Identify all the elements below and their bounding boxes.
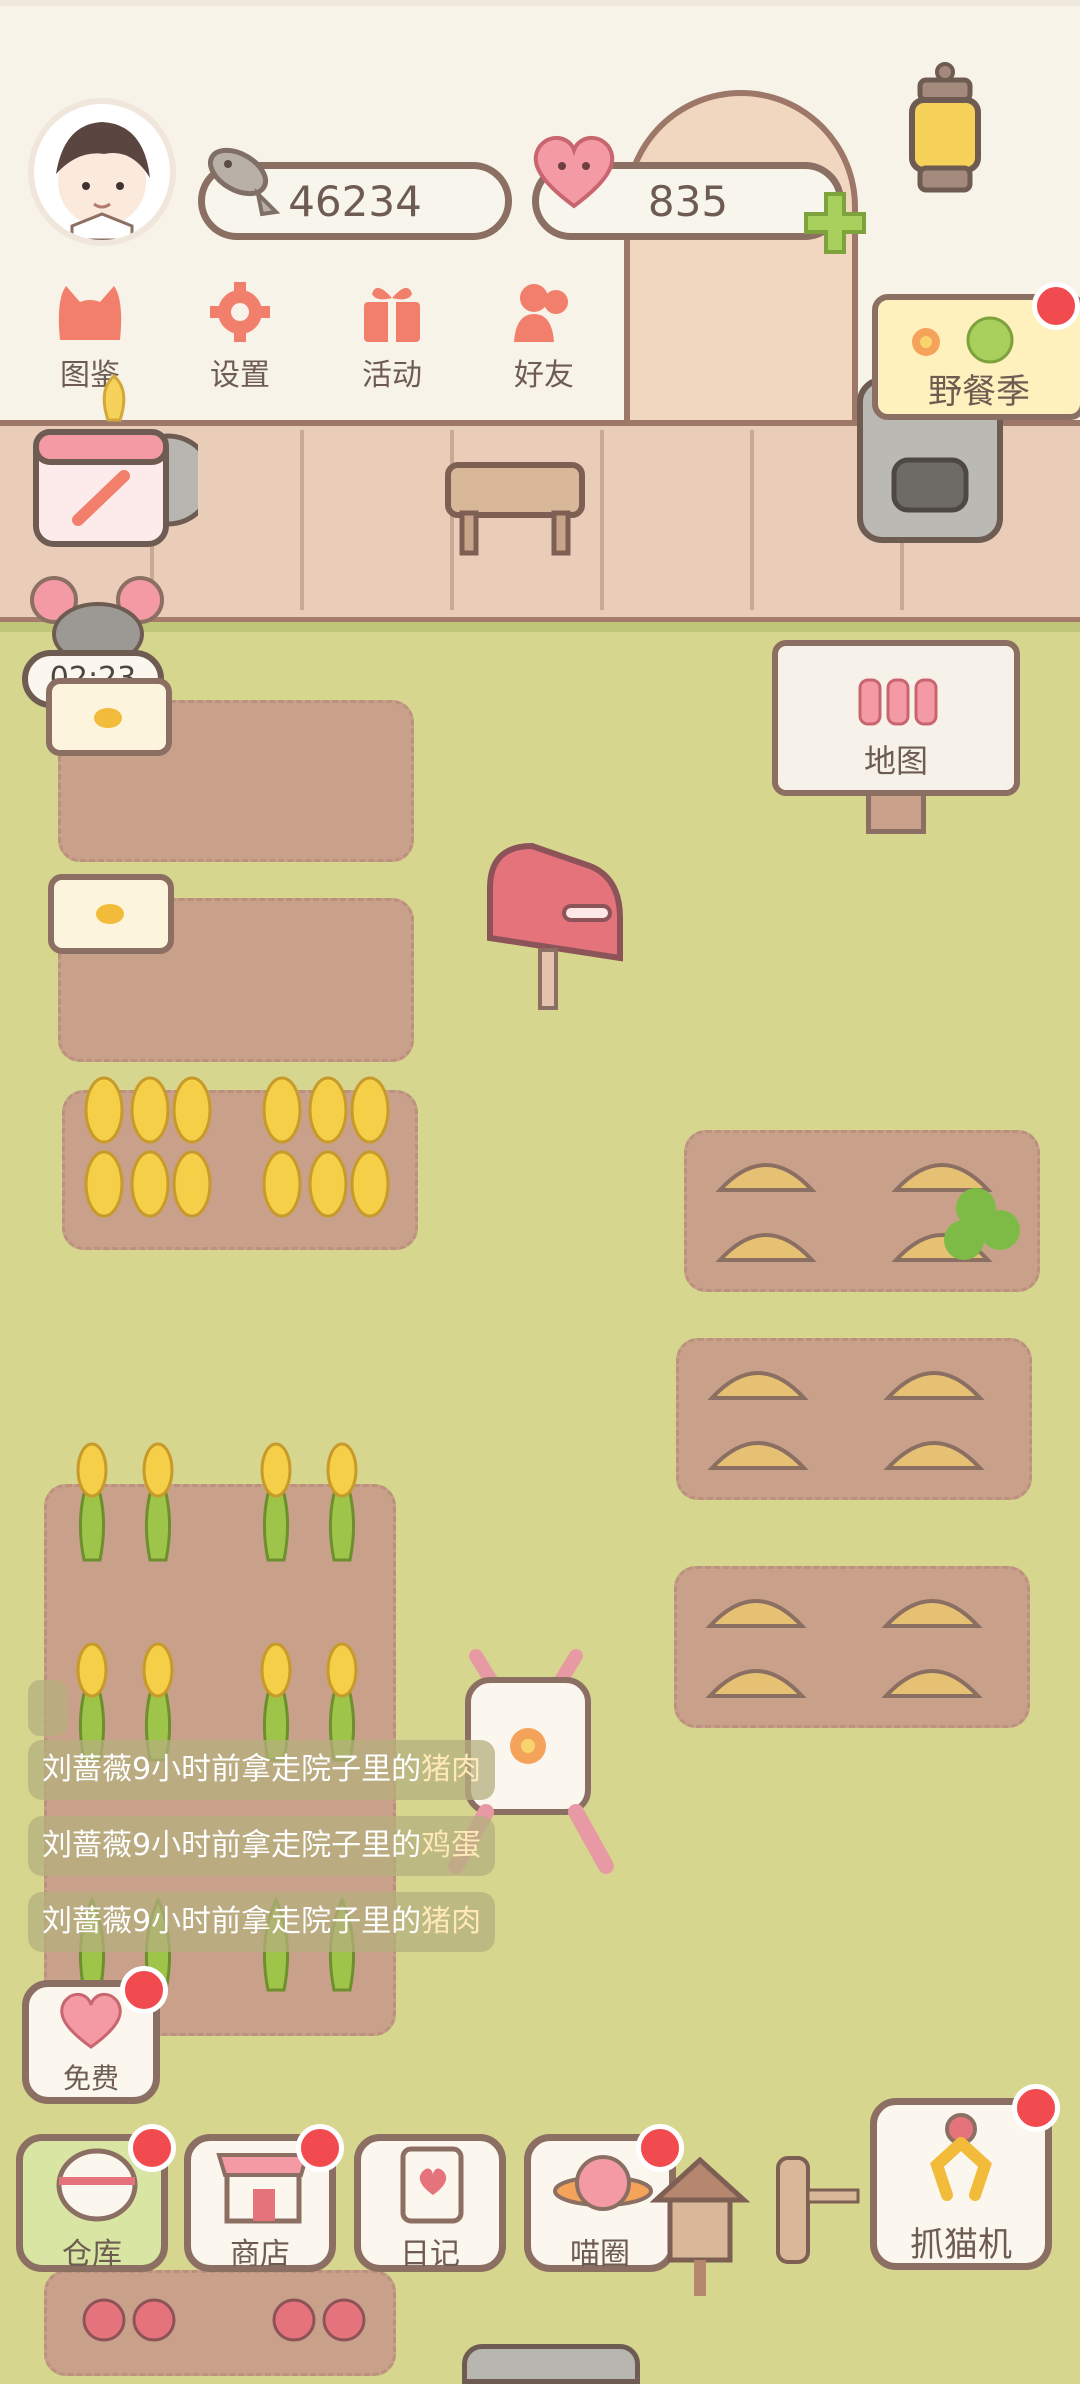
log-text: 9小时前拿走院子里的 [132, 1828, 422, 1863]
fence-plank [300, 430, 304, 610]
nav-warehouse-label: 仓库 [62, 2237, 122, 2272]
fence-posts [776, 2156, 860, 2264]
stone-path [462, 2344, 640, 2384]
free-hearts-label: 免费 [62, 2062, 119, 2095]
claw-machine-badge [1012, 2084, 1060, 2132]
log-player-name: 刘蔷薇 [42, 1904, 132, 1939]
gear-icon [210, 282, 270, 342]
fruit-flower-icon [912, 316, 1014, 364]
status-bar-strip [0, 0, 1080, 6]
potato-crops [705, 1163, 1020, 1698]
fence-icon [858, 678, 938, 726]
fence-plank [750, 430, 754, 610]
player-avatar[interactable] [28, 98, 176, 246]
tomato-crops [82, 2298, 366, 2342]
add-hearts-icon[interactable] [800, 188, 870, 258]
steal-log-entry: 刘蔷薇9小时前拿走院子里的猪肉 [28, 1740, 496, 1800]
heart-icon [533, 135, 615, 209]
log-item: 鸡蛋 [421, 1828, 482, 1863]
map-sign-button[interactable]: 地图 [772, 640, 1020, 796]
heart-count: 835 [647, 176, 729, 226]
mouse-icon [30, 576, 164, 660]
log-text: 9小时前拿走院子里的 [132, 1752, 422, 1787]
calendar-checkin-icon[interactable] [28, 370, 198, 560]
log-item: 猪肉 [421, 1752, 482, 1787]
lantern-icon [909, 62, 981, 193]
fish-count: 46234 [288, 176, 422, 226]
wheat-crops [84, 1076, 390, 1218]
fish-icon [208, 147, 281, 217]
seed-sign [48, 874, 174, 954]
picnic-event-label: 野餐季 [928, 372, 1030, 412]
free-hearts-badge [120, 1966, 168, 2014]
log-player-name: 刘蔷薇 [42, 1752, 132, 1787]
menu-friends-label: 好友 [514, 358, 574, 393]
sign-post [866, 796, 926, 834]
log-text: 9小时前拿走院子里的 [132, 1904, 422, 1939]
house-door-arch [624, 90, 858, 430]
wooden-bench [445, 462, 585, 556]
nav-diary-label: 日记 [400, 2237, 460, 2272]
log-player-name: 刘蔷薇 [42, 1828, 132, 1863]
menu-friends[interactable]: 好友 [484, 280, 604, 400]
cat-face-icon [58, 286, 122, 340]
seed-sign [46, 678, 172, 756]
avatar-face-icon [56, 122, 150, 240]
menu-settings-label: 设置 [210, 358, 270, 393]
menu-settings[interactable]: 设置 [180, 280, 300, 400]
friends-icon [514, 284, 568, 342]
birdhouse [650, 2156, 750, 2296]
wheat-icon [94, 708, 122, 728]
diary-icon [400, 2146, 464, 2224]
mailbox-icon[interactable] [480, 838, 640, 1018]
claw-machine-label: 抓猫机 [910, 2225, 1012, 2265]
nav-warehouse-badge [128, 2124, 176, 2172]
picnic-event-badge [1032, 282, 1080, 330]
steal-log-entry: 刘蔷薇9小时前拿走院子里的鸡蛋 [28, 1816, 496, 1876]
log-toggle[interactable] [28, 1680, 68, 1736]
nav-cat-circle-label: 喵圈 [570, 2237, 630, 2272]
wheat-icon [96, 904, 124, 924]
menu-activity-label: 活动 [362, 358, 422, 393]
map-sign-label: 地图 [863, 742, 928, 780]
fence-plank [600, 430, 604, 610]
nav-diary[interactable]: 日记 [354, 2134, 506, 2272]
steal-log-entry: 刘蔷薇9小时前拿走院子里的猪肉 [28, 1892, 496, 1952]
menu-activity[interactable]: 活动 [332, 280, 452, 400]
gift-icon [364, 287, 420, 342]
log-item: 猪肉 [421, 1904, 482, 1939]
nav-shop-badge [296, 2124, 344, 2172]
nav-shop-label: 商店 [230, 2237, 290, 2272]
